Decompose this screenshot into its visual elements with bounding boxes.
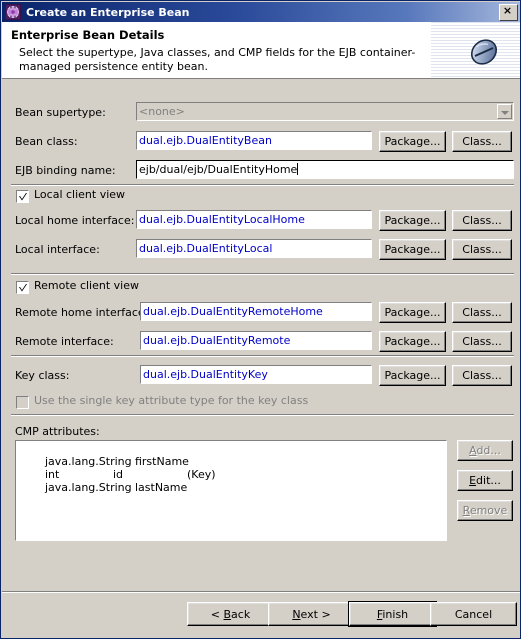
finish-label: Finish — [376, 607, 409, 621]
finish-mnemonic: F — [376, 607, 383, 621]
cmp-remove-mnemonic: R — [462, 504, 470, 517]
dialog-title: Create an Enterprise Bean — [26, 5, 190, 19]
remote-client-view-checkbox[interactable] — [16, 281, 29, 294]
wizard-banner: Enterprise Bean Details Select the super… — [2, 22, 520, 79]
remote-home-package-button[interactable]: Package... — [379, 302, 446, 323]
local-interface-package-button[interactable]: Package... — [379, 239, 446, 260]
local-interface-input[interactable]: dual.ejb.DualEntityLocal — [136, 239, 372, 258]
bean-wizard-icon — [5, 4, 21, 20]
dialog-footer: < Back Next > Finish Cancel — [2, 591, 520, 638]
local-home-class-button[interactable]: Class... — [452, 210, 512, 231]
key-class-input[interactable]: dual.ejb.DualEntityKey — [140, 365, 372, 384]
close-button[interactable]: × — [499, 3, 518, 21]
local-home-interface-input[interactable]: dual.ejb.DualEntityLocalHome — [136, 210, 372, 229]
create-enterprise-bean-dialog: Create an Enterprise Bean × Enterprise B… — [0, 0, 521, 639]
bean-class-class-button[interactable]: Class... — [452, 131, 512, 152]
back-button[interactable]: < Back — [187, 602, 274, 626]
cmp-row-type: int — [44, 468, 60, 481]
single-key-attribute-label: Use the single key attribute type for th… — [34, 394, 309, 407]
close-icon: × — [502, 3, 513, 17]
remote-home-interface-input[interactable]: dual.ejb.DualEntityRemoteHome — [140, 302, 372, 321]
key-class-section-separator — [11, 355, 514, 357]
local-client-view-checkbox[interactable] — [16, 190, 29, 203]
key-class-package-button[interactable]: Package... — [379, 365, 446, 386]
remote-home-class-button[interactable]: Class... — [452, 302, 512, 323]
next-mnemonic: N — [292, 607, 301, 621]
text-caret — [297, 163, 299, 175]
banner-divider — [2, 78, 520, 79]
next-label: Next > — [292, 607, 331, 621]
remote-interface-label: Remote interface: — [15, 335, 114, 348]
cmp-section-separator — [11, 414, 514, 416]
key-class-class-button[interactable]: Class... — [452, 365, 512, 386]
ejb-binding-name-label: EJB binding name: — [15, 164, 116, 177]
remote-client-view-label: Remote client view — [34, 279, 139, 292]
banner-description: Select the supertype, Java classes, and … — [19, 46, 416, 73]
cmp-edit-mnemonic: E — [469, 474, 477, 487]
local-interface-class-button[interactable]: Class... — [452, 239, 512, 260]
banner-title: Enterprise Bean Details — [11, 28, 165, 42]
cmp-row-name: firstName — [134, 455, 189, 468]
cmp-row-type: java.lang.String — [44, 481, 132, 494]
ejb-binding-name-value: ejb/dual/ejb/DualEntityHome — [139, 163, 298, 176]
remote-interface-input[interactable]: dual.ejb.DualEntityRemote — [140, 331, 372, 350]
cmp-edit-label: Edit... — [469, 474, 501, 487]
cmp-add-mnemonic: A — [469, 444, 477, 457]
local-interface-label: Local interface: — [15, 243, 100, 256]
ejb-binding-name-input[interactable]: ejb/dual/ejb/DualEntityHome — [136, 160, 514, 179]
cmp-row-key: (Key) — [186, 468, 216, 481]
footer-divider — [2, 591, 520, 593]
cancel-button[interactable]: Cancel — [430, 602, 517, 626]
bean-supertype-value: <none> — [139, 105, 185, 118]
list-item[interactable]: java.lang.String firstName — [17, 442, 446, 468]
cmp-add-label: Add... — [469, 444, 501, 457]
bean-class-package-button[interactable]: Package... — [379, 131, 446, 152]
remote-interface-package-button[interactable]: Package... — [379, 331, 446, 352]
cmp-remove-label: Remove — [462, 504, 508, 517]
remote-interface-class-button[interactable]: Class... — [452, 331, 512, 352]
single-key-attribute-checkbox[interactable] — [16, 396, 29, 409]
cmp-row-name: lastName — [134, 481, 188, 494]
local-client-view-label: Local client view — [34, 188, 126, 201]
bean-supertype-combo[interactable]: <none> — [136, 102, 514, 121]
cmp-attributes-list[interactable]: java.lang.String firstName int id (Key) jav… — [15, 440, 447, 541]
dialog-titlebar: Create an Enterprise Bean × — [2, 2, 520, 22]
bean-supertype-label: Bean supertype: — [15, 106, 106, 119]
cmp-edit-button[interactable]: Edit... — [457, 470, 513, 491]
back-mnemonic: B — [223, 607, 232, 621]
next-button[interactable]: Next > — [268, 602, 355, 626]
cmp-row-name: id — [112, 468, 124, 481]
local-home-package-button[interactable]: Package... — [379, 210, 446, 231]
bean-class-label: Bean class: — [15, 135, 78, 148]
bean-class-input[interactable]: dual.ejb.DualEntityBean — [136, 131, 372, 150]
enterprise-bean-icon — [470, 39, 498, 65]
local-home-interface-label: Local home interface: — [15, 214, 135, 227]
cmp-row-type: java.lang.String — [44, 455, 132, 468]
cmp-add-button[interactable]: Add... — [457, 440, 513, 461]
key-class-label: Key class: — [15, 369, 70, 382]
back-label: < Back — [210, 607, 251, 621]
cmp-remove-button[interactable]: Remove — [457, 500, 513, 521]
remote-home-interface-label: Remote home interface: — [15, 306, 149, 319]
cmp-attributes-label: CMP attributes: — [15, 425, 100, 438]
dialog-body: Bean supertype: <none> Bean class: dual.… — [2, 80, 520, 591]
finish-button[interactable]: Finish — [348, 601, 437, 627]
chevron-down-icon[interactable] — [497, 104, 512, 119]
